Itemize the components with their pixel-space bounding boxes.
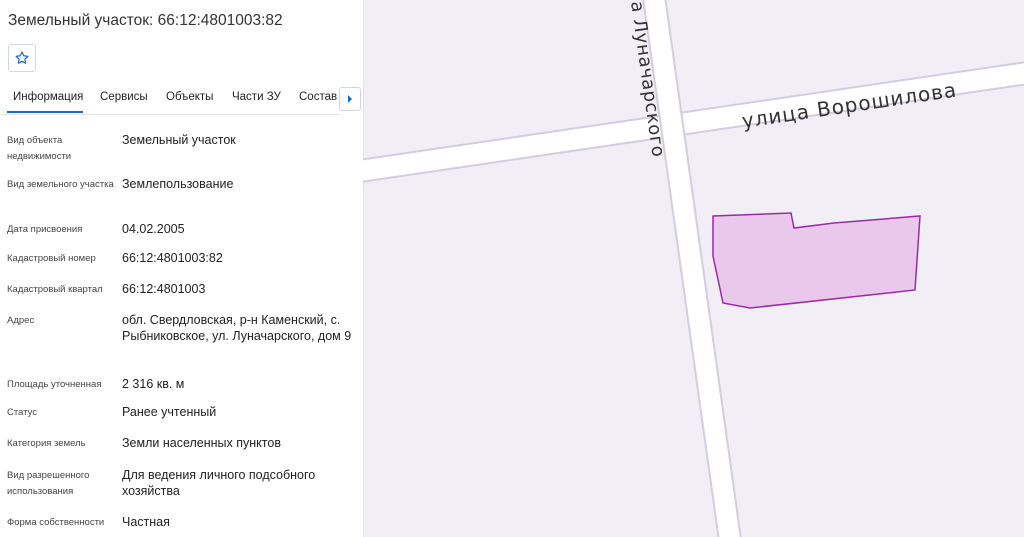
info-panel: Земельный участок: 66:12:4801003:82 Инфо… — [0, 0, 364, 537]
tab-objects[interactable]: Объекты — [166, 91, 213, 103]
label-status: Статус — [7, 407, 38, 418]
land-parcel-polygon[interactable] — [712, 212, 921, 309]
value-cadastral-number: 66:12:4801003:82 — [122, 251, 223, 265]
label-cadastral-number: Кадастровый номер — [7, 253, 96, 264]
value-cadastral-quarter: 66:12:4801003 — [122, 282, 206, 296]
tab-parts[interactable]: Части ЗУ — [232, 91, 281, 103]
value-ownership: Частная — [122, 515, 170, 529]
value-status: Ранее учтенный — [122, 405, 217, 419]
label-area: Площадь уточненная — [7, 379, 102, 390]
value-parcel-type: Землепользование — [122, 177, 234, 191]
value-area: 2 316 кв. м — [122, 377, 185, 391]
label-cadastral-quarter: Кадастровый квартал — [7, 284, 103, 295]
label-address: Адрес — [7, 315, 35, 326]
value-address: обл. Свердловская, р-н Каменский, с. Рыб… — [122, 313, 352, 343]
page-title: Земельный участок: 66:12:4801003:82 — [8, 12, 283, 29]
value-permitted-use: Для ведения личного подсобного хозяйства — [122, 468, 316, 498]
label-assignment-date: Дата присвоения — [7, 224, 83, 235]
map-view[interactable]: улица Ворошилова а Луначарского — [363, 0, 1024, 537]
value-assignment-date: 04.02.2005 — [122, 222, 185, 236]
tab-composition[interactable]: Состав — [299, 91, 337, 103]
label-object-type: Вид объекта недвижимости — [7, 135, 72, 162]
value-land-category: Земли населенных пунктов — [122, 436, 281, 450]
tab-services[interactable]: Сервисы — [100, 91, 148, 103]
active-tab-indicator — [7, 111, 83, 113]
label-parcel-type: Вид земельного участка — [7, 179, 114, 190]
tabs-scroll-right-button[interactable] — [339, 87, 361, 111]
label-land-category: Категория земель — [7, 438, 86, 449]
value-object-type: Земельный участок — [122, 133, 236, 147]
map-canvas[interactable]: улица Ворошилова а Луначарского — [363, 0, 1024, 537]
label-ownership: Форма собственности — [7, 517, 105, 528]
star-icon — [15, 51, 29, 64]
tab-information[interactable]: Информация — [13, 91, 83, 103]
street-label-voroshilova: улица Ворошилова — [740, 77, 958, 132]
chevron-right-icon — [348, 95, 352, 103]
label-permitted-use: Вид разрешенного использования — [7, 470, 90, 497]
favorite-button[interactable] — [8, 44, 36, 72]
